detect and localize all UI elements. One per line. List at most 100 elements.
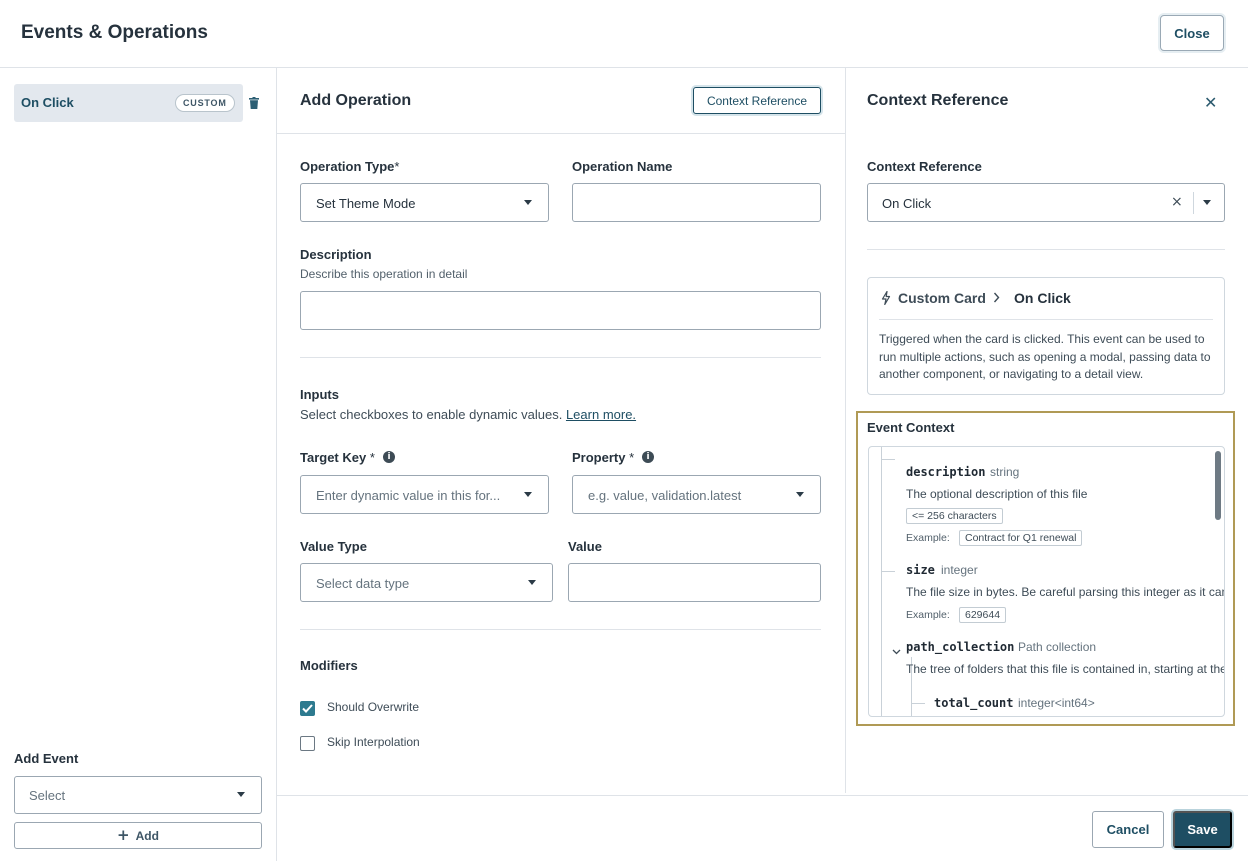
value-type-placeholder: Select data type — [316, 576, 410, 591]
tree-guide — [881, 571, 895, 572]
value-type-select[interactable]: Select data type — [300, 563, 553, 602]
learn-more-link[interactable]: Learn more. — [566, 407, 636, 422]
cancel-button[interactable]: Cancel — [1092, 811, 1164, 848]
skip-interpolation-label: Skip Interpolation — [327, 735, 420, 749]
chevron-down-icon — [237, 792, 245, 797]
target-key-label-text: Target Key — [300, 450, 367, 465]
description-help: Describe this operation in detail — [300, 267, 468, 281]
prop-name: size — [906, 563, 935, 577]
divider — [867, 249, 1225, 250]
add-event-label: Add Event — [14, 751, 79, 766]
save-button[interactable]: Save — [1173, 811, 1232, 848]
chevron-down-icon — [528, 580, 536, 585]
prop-desc: The file size in bytes. Be careful parsi… — [906, 585, 1225, 599]
prop-type: integer<int64> — [1018, 696, 1095, 710]
context-reference-select[interactable]: On Click × — [867, 183, 1225, 222]
prop-desc: The tree of folders that this file is co… — [906, 662, 1225, 676]
operation-name-input[interactable] — [572, 183, 821, 222]
example-label: Example: — [906, 609, 950, 621]
context-reference-label: Context Reference — [867, 159, 982, 174]
value-input[interactable] — [568, 563, 821, 602]
event-context-tree[interactable]: description string The optional descript… — [868, 446, 1225, 717]
operation-type-select[interactable]: Set Theme Mode — [300, 183, 549, 222]
chevron-down-icon — [524, 200, 532, 205]
event-item-label: On Click — [21, 95, 74, 110]
plus-icon: + — [117, 826, 130, 844]
target-key-placeholder: Enter dynamic value in this for... — [316, 488, 501, 503]
inputs-label: Inputs — [300, 387, 339, 402]
operation-type-value: Set Theme Mode — [316, 196, 416, 211]
info-icon[interactable]: i — [642, 451, 654, 463]
value-type-label: Value Type — [300, 539, 367, 554]
divider — [277, 133, 845, 134]
description-label: Description — [300, 247, 372, 262]
breadcrumb-current: On Click — [1014, 290, 1071, 306]
target-key-select[interactable]: Enter dynamic value in this for... — [300, 475, 549, 514]
event-description: Triggered when the card is clicked. This… — [879, 332, 1211, 381]
footer-divider — [277, 795, 1248, 796]
should-overwrite-checkbox[interactable] — [300, 701, 315, 716]
lightning-icon — [881, 290, 891, 308]
divider — [1193, 192, 1194, 214]
chevron-right-icon — [993, 291, 1000, 306]
required-marker: * — [629, 450, 635, 465]
modal-title: Events & Operations — [21, 22, 208, 43]
context-reference-button[interactable]: Context Reference — [693, 87, 821, 114]
skip-interpolation-checkbox[interactable] — [300, 736, 315, 751]
property-label-text: Property — [572, 450, 626, 465]
scrollbar[interactable] — [1215, 451, 1221, 520]
divider — [845, 68, 846, 793]
add-button-label: Add — [135, 828, 159, 843]
operation-type-label: Operation Type* — [300, 159, 399, 174]
add-operation-title: Add Operation — [300, 92, 412, 109]
prop-name: description — [906, 465, 986, 479]
chevron-down-icon[interactable] — [1203, 200, 1211, 205]
description-input[interactable] — [300, 291, 821, 330]
prop-desc: The optional description of this file — [906, 487, 1088, 501]
property-select[interactable]: e.g. value, validation.latest — [572, 475, 821, 514]
chevron-down-icon — [524, 492, 532, 497]
breadcrumb-parent[interactable]: Custom Card — [898, 290, 986, 306]
prop-type: integer — [941, 563, 978, 577]
close-button[interactable]: Close — [1160, 15, 1224, 51]
tree-guide — [881, 459, 895, 460]
operation-name-label: Operation Name — [572, 159, 673, 174]
custom-badge: CUSTOM — [175, 94, 235, 112]
prop-name: path_collection — [906, 640, 1015, 654]
required-marker: * — [394, 159, 400, 174]
modifiers-label: Modifiers — [300, 658, 358, 673]
should-overwrite-label: Should Overwrite — [327, 700, 420, 714]
add-event-select-value: Select — [29, 788, 66, 803]
context-reference-value: On Click — [882, 196, 932, 211]
context-reference-title: Context Reference — [867, 92, 1009, 109]
add-event-button[interactable]: + Add — [14, 822, 262, 849]
property-label: Property * — [572, 450, 634, 465]
required-marker: * — [369, 450, 375, 465]
info-icon[interactable]: i — [383, 451, 395, 463]
property-placeholder: e.g. value, validation.latest — [588, 488, 742, 503]
target-key-label: Target Key * — [300, 450, 375, 465]
close-icon[interactable]: ✕ — [1204, 93, 1217, 112]
constraint-chip: <= 256 characters — [906, 508, 1003, 524]
divider — [300, 629, 821, 630]
tree-guide — [881, 447, 882, 716]
prop-type: Path collection — [1018, 640, 1097, 654]
example-chip: 629644 — [959, 607, 1007, 623]
prop-name: total_count — [934, 696, 1014, 710]
inputs-help-text: Select checkboxes to enable dynamic valu… — [300, 407, 563, 422]
example-label: Example: — [906, 532, 950, 544]
divider — [300, 357, 821, 358]
check-icon — [302, 704, 313, 713]
operation-type-label-text: Operation Type — [300, 159, 395, 174]
divider — [879, 319, 1213, 320]
event-context-label: Event Context — [867, 420, 955, 435]
tree-guide — [911, 703, 925, 704]
inputs-help: Select checkboxes to enable dynamic valu… — [300, 407, 636, 422]
add-event-select[interactable]: Select — [14, 776, 262, 814]
value-label: Value — [568, 539, 602, 554]
chevron-down-icon[interactable] — [892, 643, 901, 658]
trash-icon[interactable] — [249, 97, 259, 109]
clear-icon[interactable]: × — [1171, 194, 1183, 210]
chevron-down-icon — [796, 492, 804, 497]
events-sidebar — [0, 68, 277, 861]
